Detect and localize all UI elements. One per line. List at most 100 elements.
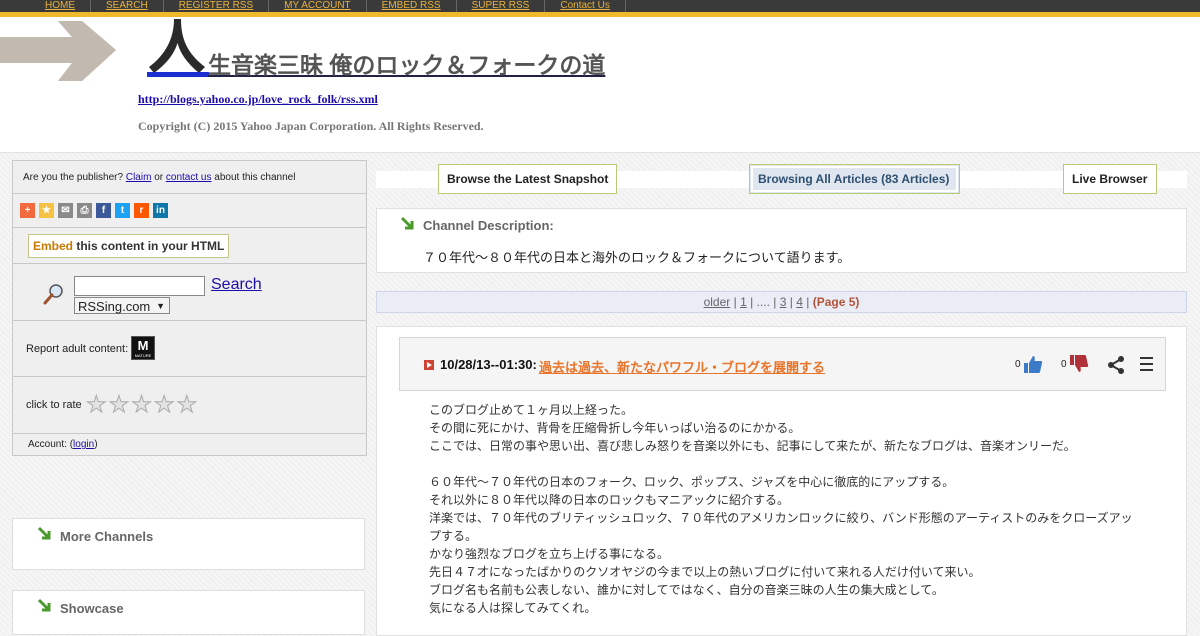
- chevron-down-icon: ▼: [156, 301, 165, 311]
- magnifier-icon: [43, 284, 63, 305]
- green-arrow-icon: [37, 526, 51, 540]
- nav-embed-rss-link[interactable]: EMBED RSS: [367, 0, 457, 12]
- thumbs-down-icon[interactable]: [1069, 354, 1089, 374]
- rate-label: click to rate: [26, 399, 82, 411]
- star-icon[interactable]: ★: [108, 392, 130, 416]
- rating-row: click to rate ★ ★ ★ ★ ★: [13, 377, 366, 434]
- pager-separator: |: [789, 295, 793, 309]
- article-card: 10/28/13--01:30: 過去は過去、新たなパワフル・ブログを展開する …: [376, 326, 1187, 636]
- article-paragraph: ここでは、日常の事や思い出、喜び悲しみ怒りを音楽以外にも、記事にして来たが、新た…: [429, 439, 1076, 453]
- tab-all-articles[interactable]: Browsing All Articles (83 Articles): [749, 164, 960, 194]
- share-icon[interactable]: [1106, 355, 1126, 375]
- account-paren-close: ): [94, 439, 98, 450]
- more-channels-heading[interactable]: More Channels: [60, 529, 153, 544]
- thumbs-up-icon[interactable]: [1023, 354, 1043, 374]
- pager-separator: |: [806, 295, 810, 309]
- channel-header: 生音楽三昧 俺のロック＆フォークの道 http://blogs.yahoo.co…: [0, 17, 1200, 153]
- star-icon[interactable]: ★: [153, 392, 175, 416]
- article-paragraph: 気になる人は探してみてくれ。: [429, 601, 597, 615]
- green-arrow-icon: [37, 598, 51, 612]
- embed-highlight: Embed: [33, 239, 74, 253]
- article-paragraph: 洋楽では、７０年代のブリティッシュロック、７０年代のアメリカンロックに絞り、バン…: [429, 511, 1133, 543]
- pager-ellipsis: ....: [756, 295, 770, 309]
- article-paragraph: ６０年代～７０年代の日本のフォーク、ロック、ポップス、ジャズを中心に徹底的にアッ…: [429, 475, 955, 489]
- email-icon[interactable]: ✉: [58, 203, 73, 218]
- nav-contact-us-link[interactable]: Contact Us: [545, 0, 626, 12]
- like-count: 0: [1015, 359, 1021, 370]
- article-paragraph: 先日４７才になったばかりのクソオヤジの今まで以上の熱いブログに付いて来れる人だけ…: [429, 565, 981, 579]
- showcase-heading[interactable]: Showcase: [60, 601, 124, 616]
- article-header: 10/28/13--01:30: 過去は過去、新たなパワフル・ブログを展開する …: [399, 337, 1166, 391]
- share-bar: + ★ ✉ ⎙ f t r in: [13, 194, 366, 228]
- adult-report-row: Report adult content: M MATURE: [13, 321, 366, 377]
- article-body: このブログ止めて１ヶ月以上経った。 その間に死にかけ、背骨を圧縮骨折し今年いっぱ…: [429, 401, 1144, 617]
- facebook-icon[interactable]: f: [96, 203, 111, 218]
- article-paragraph: ブログ名も名前も公表しない、誰かに対してではなく、自分の音楽三昧の人生の集大成と…: [429, 583, 944, 597]
- pager-separator: |: [773, 295, 777, 309]
- sidebar-panel: Are you the publisher? Claim or contact …: [12, 160, 367, 456]
- channel-description-box: Channel Description: ７０年代～８０年代の日本と海外のロック…: [376, 208, 1187, 273]
- mature-badge-caption: MATURE: [134, 353, 152, 358]
- print-icon[interactable]: ⎙: [77, 203, 92, 218]
- tab-latest-snapshot[interactable]: Browse the Latest Snapshot: [438, 164, 617, 194]
- tab-live-browser[interactable]: Live Browser: [1063, 164, 1157, 194]
- account-row: Account: (login): [13, 434, 366, 456]
- linkedin-icon[interactable]: in: [153, 203, 168, 218]
- star-icon[interactable]: ★: [176, 392, 198, 416]
- mature-badge-letter: M: [137, 338, 149, 353]
- pager-page-1-link[interactable]: 1: [740, 295, 747, 309]
- add-icon[interactable]: +: [20, 203, 35, 218]
- mature-badge-button[interactable]: M MATURE: [131, 336, 155, 360]
- page-title[interactable]: 生音楽三昧 俺のロック＆フォークの道: [208, 46, 605, 80]
- article-paragraph: それ以外に８０年代以降の日本のロックもマニアックに紹介する。: [429, 493, 790, 507]
- pager-separator: |: [733, 295, 737, 309]
- menu-icon[interactable]: [1140, 357, 1153, 371]
- nav-super-rss-link[interactable]: SUPER RSS: [457, 0, 546, 12]
- publisher-claim: Are you the publisher? Claim or contact …: [13, 161, 366, 194]
- adult-report-label: Report adult content:: [26, 343, 129, 355]
- embed-button[interactable]: Embed this content in your HTML: [28, 234, 230, 258]
- dislike-count: 0: [1061, 359, 1067, 370]
- favorite-star-icon[interactable]: ★: [39, 203, 54, 218]
- contact-us-link[interactable]: contact us: [166, 172, 212, 183]
- top-nav: HOME SEARCH REGISTER RSS MY ACCOUNT EMBE…: [0, 0, 1200, 12]
- pager-page-3-link[interactable]: 3: [780, 295, 787, 309]
- pager-separator: |: [750, 295, 754, 309]
- pager-older-link[interactable]: older: [704, 295, 731, 309]
- channel-description-heading: Channel Description:: [423, 218, 554, 233]
- account-label: Account:: [28, 439, 67, 450]
- reddit-icon[interactable]: r: [134, 203, 149, 218]
- star-icon[interactable]: ★: [86, 392, 108, 416]
- claim-link[interactable]: Claim: [126, 172, 152, 183]
- embed-row: Embed this content in your HTML: [13, 228, 366, 264]
- embed-label: this content in your HTML: [76, 239, 225, 253]
- nav-search-link[interactable]: SEARCH: [91, 0, 164, 12]
- twitter-icon[interactable]: t: [115, 203, 130, 218]
- pagination: older | 1 | .... | 3 | 4 | (Page 5): [376, 291, 1187, 313]
- site-logo-arrow-icon[interactable]: [0, 19, 116, 81]
- article-paragraph: かなり強烈なブログを立ち上げる事になる。: [429, 547, 670, 561]
- search-input[interactable]: [74, 276, 205, 296]
- rss-bullet-icon: [424, 360, 434, 370]
- star-icon[interactable]: ★: [131, 392, 153, 416]
- article-paragraph: [429, 455, 1144, 473]
- search-button[interactable]: Search: [211, 276, 262, 294]
- article-title-link[interactable]: 過去は過去、新たなパワフル・ブログを展開する: [539, 357, 825, 376]
- claim-or: or: [154, 172, 164, 183]
- article-date: 10/28/13--01:30:: [440, 357, 537, 372]
- search-scope-value: RSSing.com: [78, 299, 151, 314]
- pager-current-page: (Page 5): [812, 295, 860, 309]
- channel-logo-icon: [147, 19, 209, 77]
- more-channels-box: More Channels: [12, 518, 365, 570]
- login-link[interactable]: login: [73, 439, 94, 450]
- search-scope-select[interactable]: RSSing.com ▼: [74, 297, 170, 314]
- nav-my-account-link[interactable]: MY ACCOUNT: [269, 0, 367, 12]
- showcase-box: Showcase: [12, 590, 365, 635]
- channel-description-text: ７０年代～８０年代の日本と海外のロック＆フォークについて語ります。: [423, 250, 851, 265]
- pager-page-4-link[interactable]: 4: [796, 295, 803, 309]
- claim-suffix: about this channel: [214, 172, 296, 183]
- feed-url-link[interactable]: http://blogs.yahoo.co.jp/love_rock_folk/…: [138, 92, 378, 107]
- nav-home-link[interactable]: HOME: [30, 0, 91, 12]
- article-paragraph: その間に死にかけ、背骨を圧縮骨折し今年いっぱい治るのにかかる。: [429, 421, 801, 435]
- nav-register-rss-link[interactable]: REGISTER RSS: [164, 0, 270, 12]
